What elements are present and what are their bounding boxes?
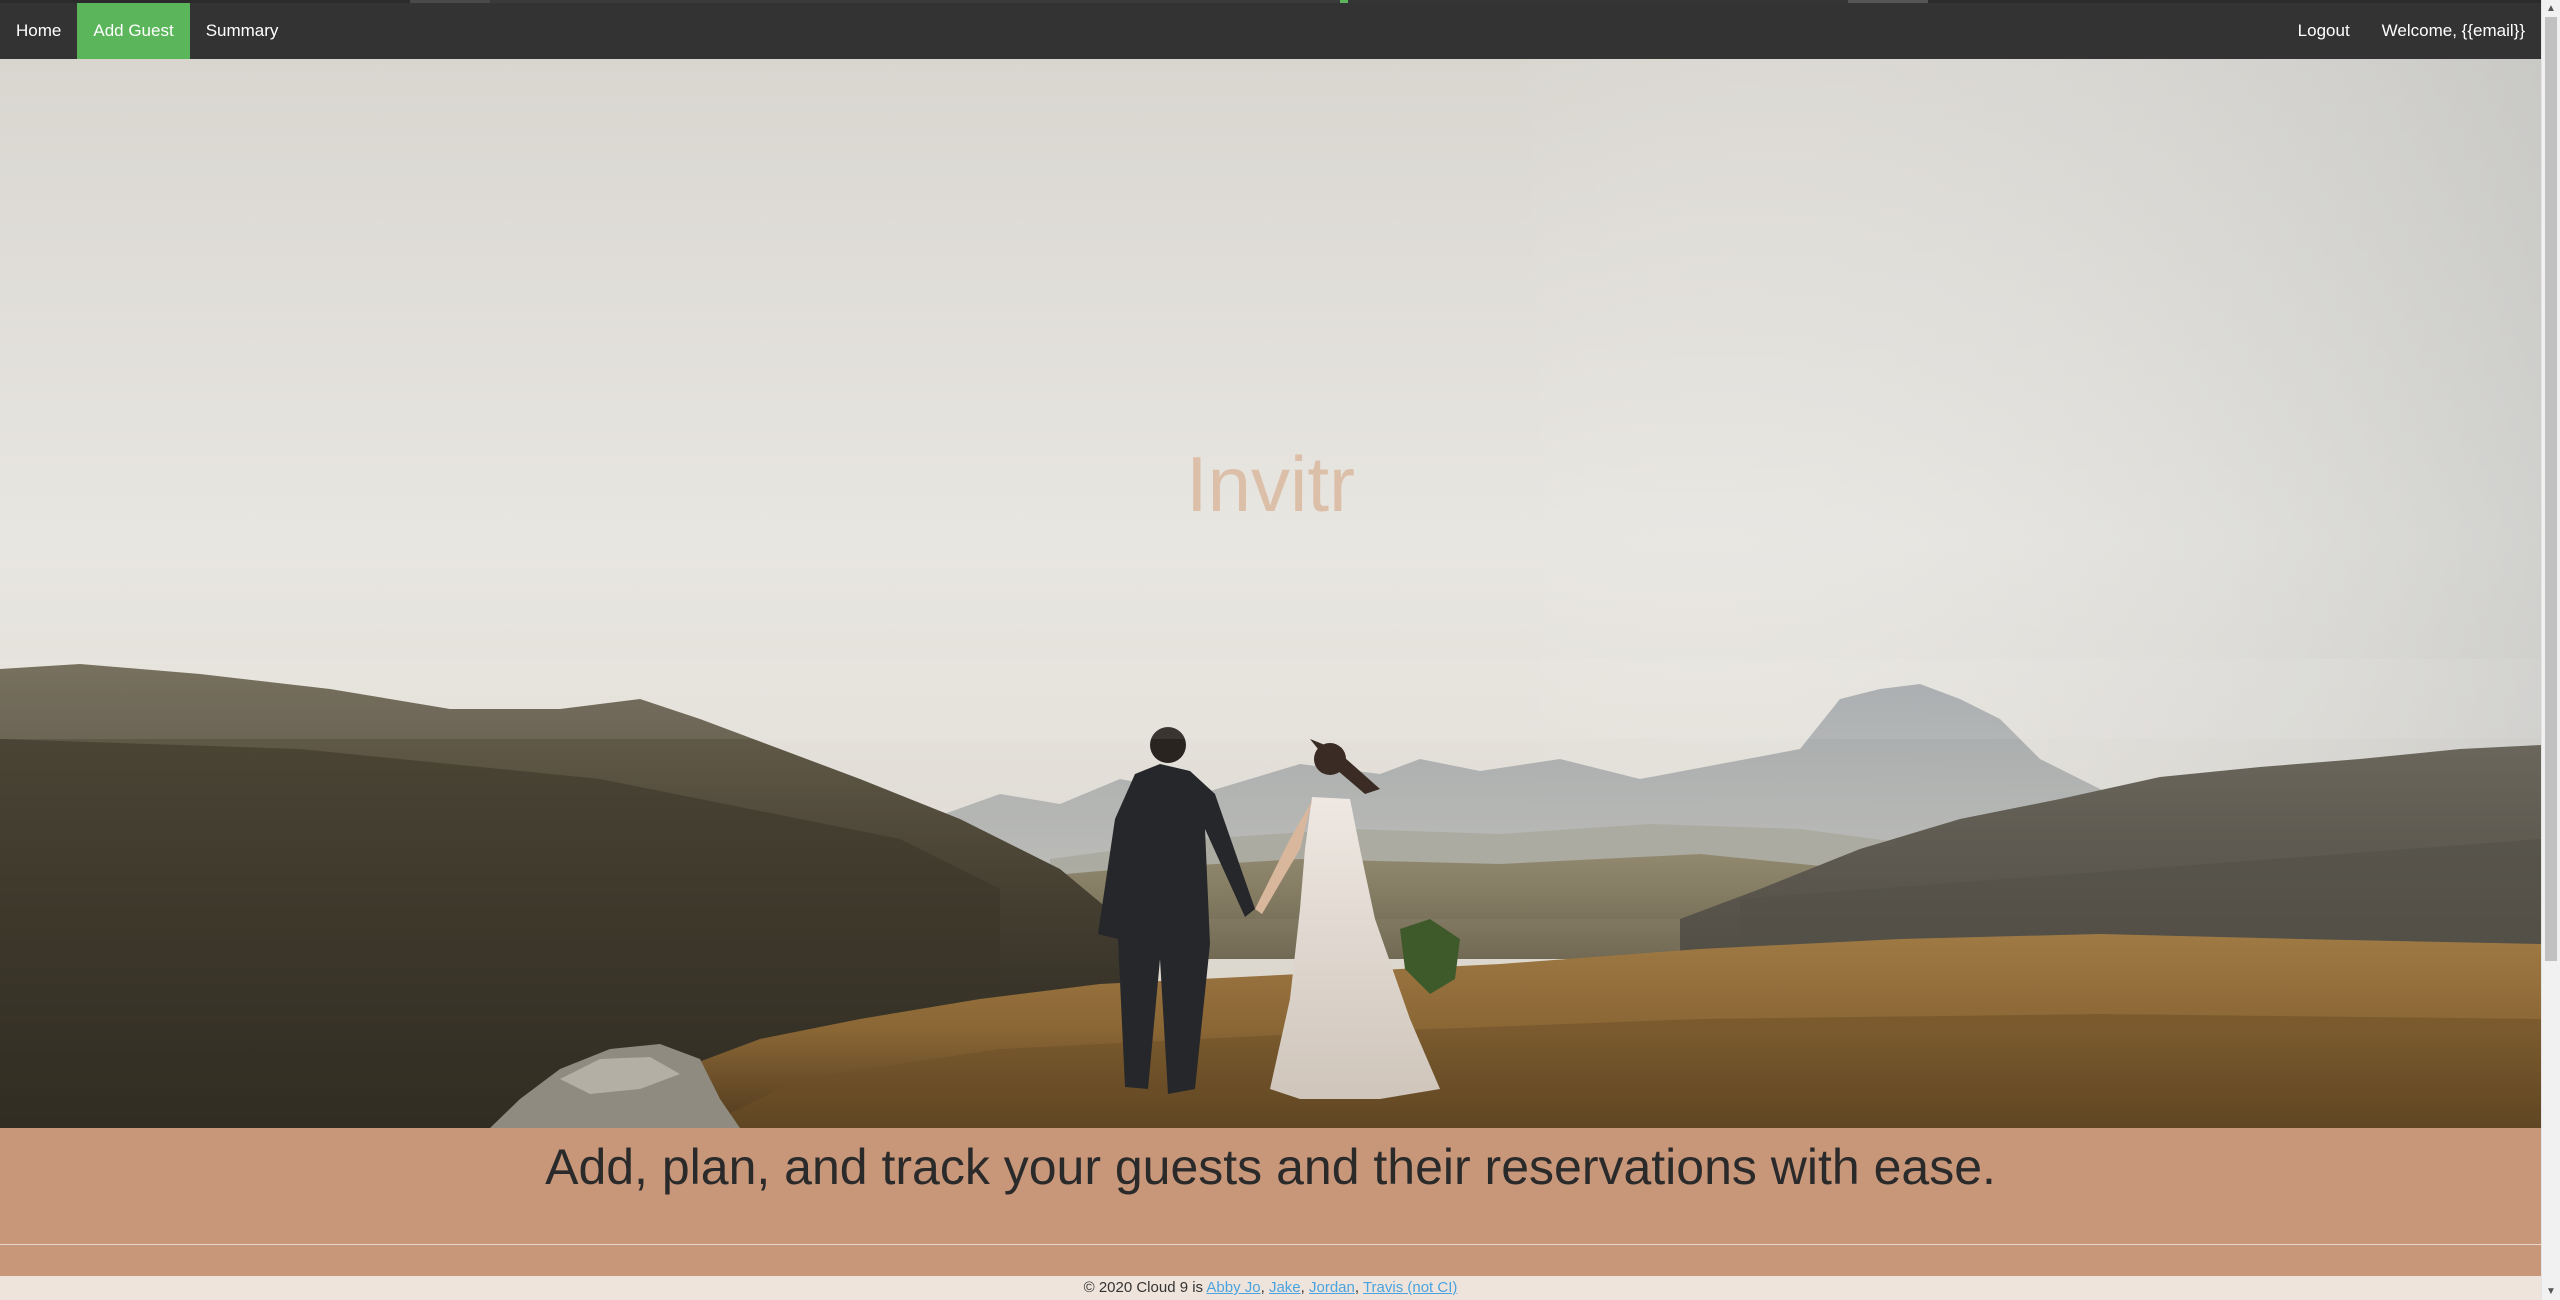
nav-summary-link[interactable]: Summary xyxy=(190,3,295,59)
scrollbar-thumb[interactable] xyxy=(2545,17,2557,961)
footer-copyright: © 2020 Cloud 9 is xyxy=(1083,1279,1207,1296)
tagline-spacer xyxy=(0,1245,2541,1276)
footer-separator: , xyxy=(1260,1279,1269,1296)
hero-background-image xyxy=(0,59,2541,1128)
top-navbar: Home Add Guest Summary Logout Welcome, {… xyxy=(0,0,2541,59)
nav-left-group: Home Add Guest Summary xyxy=(0,3,294,59)
page: Home Add Guest Summary Logout Welcome, {… xyxy=(0,0,2560,1300)
nav-welcome-link[interactable]: Welcome, {{email}} xyxy=(2366,3,2541,59)
footer-separator: , xyxy=(1354,1279,1363,1296)
nav-add-guest-link[interactable]: Add Guest xyxy=(77,3,190,59)
footer-separator: , xyxy=(1300,1279,1309,1296)
nav-right-group: Logout Welcome, {{email}} xyxy=(2282,3,2541,59)
footer-author-link[interactable]: Jordan xyxy=(1309,1279,1355,1296)
footer-author-link[interactable]: Jake xyxy=(1269,1279,1301,1296)
hero-title: Invitr xyxy=(1185,440,1356,528)
tagline-section: Add, plan, and track your guests and the… xyxy=(0,1128,2541,1245)
scroll-up-icon[interactable]: ▲ xyxy=(2542,0,2560,17)
footer-author-link[interactable]: Abby Jo xyxy=(1206,1279,1260,1296)
page-footer: © 2020 Cloud 9 is Abby Jo, Jake, Jordan,… xyxy=(0,1276,2541,1300)
loading-strip xyxy=(0,0,2541,3)
scroll-down-icon[interactable]: ▼ xyxy=(2542,1283,2560,1300)
nav-logout-link[interactable]: Logout xyxy=(2282,3,2366,59)
vertical-scrollbar[interactable]: ▲ ▼ xyxy=(2541,0,2560,1300)
hero-banner: Invitr xyxy=(0,59,2541,1128)
tagline-text: Add, plan, and track your guests and the… xyxy=(545,1139,1996,1195)
footer-author-link[interactable]: Travis (not CI) xyxy=(1363,1279,1457,1296)
nav-home-link[interactable]: Home xyxy=(0,3,77,59)
